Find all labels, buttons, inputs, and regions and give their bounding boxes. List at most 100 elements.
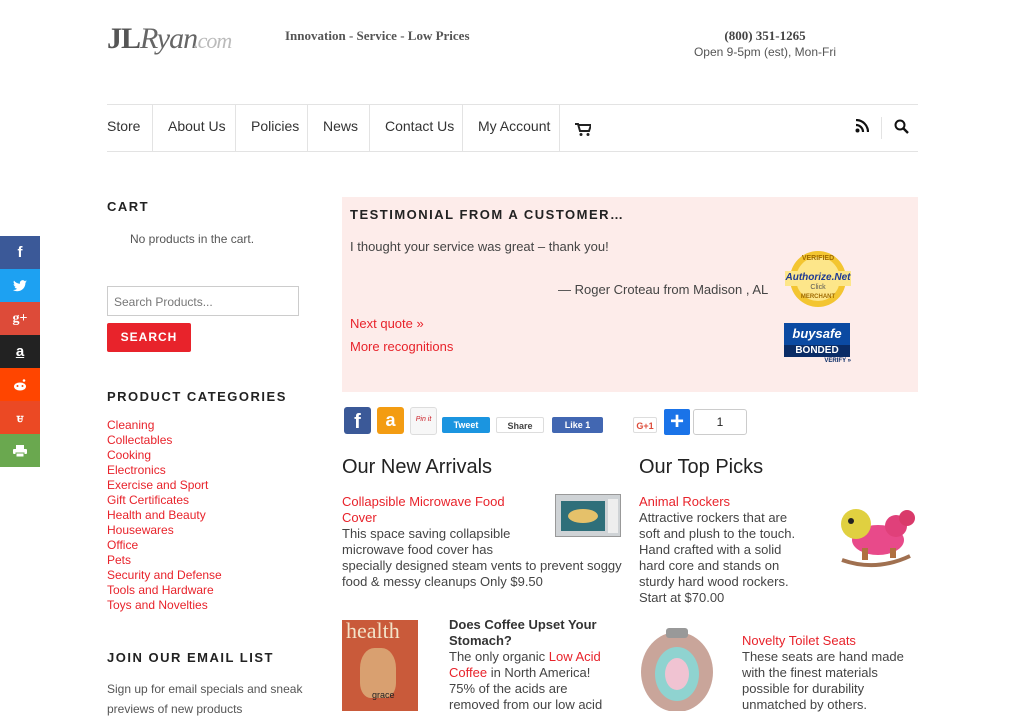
- nav-item-about-us[interactable]: About Us: [152, 105, 241, 151]
- product-search-input[interactable]: Search Products...: [107, 286, 299, 316]
- category-link[interactable]: Gift Certificates: [107, 493, 222, 508]
- cart-icon: [575, 123, 591, 136]
- google-plus-share-button[interactable]: g+: [0, 302, 40, 335]
- microwave-plate: [568, 509, 598, 523]
- stumbleupon-icon: ꮜ: [16, 410, 24, 425]
- pin-it-button[interactable]: Pin it: [410, 407, 437, 435]
- arrival-item-1-desc: specially designed steam vents to preven…: [342, 558, 622, 573]
- pick-item-2-desc: These seats are hand made: [742, 649, 904, 664]
- coffee-link[interactable]: Coffee: [449, 665, 487, 680]
- pick-item-1-title[interactable]: Animal Rockers: [639, 494, 795, 510]
- share-facebook-button[interactable]: f: [344, 407, 371, 434]
- share-amazon-button[interactable]: a: [377, 407, 404, 434]
- cart-nav-button[interactable]: [559, 105, 604, 151]
- nav-item-policies[interactable]: Policies: [235, 105, 314, 151]
- category-link[interactable]: Exercise and Sport: [107, 478, 222, 493]
- arrival-item-2-line-2: Coffee in North America!: [449, 665, 619, 681]
- nav-item-news[interactable]: News: [307, 105, 373, 151]
- stumbleupon-share-button[interactable]: ꮜ: [0, 401, 40, 434]
- arrival-item-2-text: The only organic: [449, 649, 549, 664]
- site-tagline: Innovation - Service - Low Prices: [285, 28, 470, 43]
- pick-item-1-desc: Start at $70.00: [639, 590, 725, 605]
- toilet-seat-image[interactable]: [638, 628, 716, 711]
- pick-item-1: Animal Rockers Attractive rockers that a…: [639, 494, 795, 606]
- search-button[interactable]: SEARCH: [107, 323, 191, 352]
- like-label: Like 1: [564, 420, 591, 430]
- pick-item-1-desc: soft and plush to the touch.: [639, 526, 796, 541]
- next-quote-link[interactable]: Next quote »: [350, 316, 424, 331]
- microwave-product-image[interactable]: [555, 494, 621, 537]
- search-icon[interactable]: [894, 119, 909, 134]
- email-signup-text-2: previews of new products: [107, 702, 243, 716]
- authorize-net-text: Authorize.Net: [785, 272, 851, 283]
- arrival-item-2: Does Coffee Upset Your Stomach? The only…: [449, 617, 619, 713]
- rss-icon[interactable]: [855, 119, 869, 133]
- testimonial-title: TESTIMONIAL FROM A CUSTOMER…: [350, 207, 625, 222]
- pick-item-1-desc: Hand crafted with a solid: [639, 542, 782, 557]
- nav-item-my-account[interactable]: My Account: [462, 105, 565, 151]
- logo-script-text: Ryan: [140, 22, 198, 55]
- health-magazine-image[interactable]: health grace: [342, 620, 418, 711]
- print-button[interactable]: [0, 434, 40, 467]
- tweet-button[interactable]: Tweet: [442, 417, 490, 433]
- site-logo[interactable]: JLRyan.com: [107, 22, 232, 56]
- authorize-net-seal[interactable]: VERIFIED Authorize.Net Click MERCHANT: [783, 250, 853, 308]
- arrival-item-1-desc: food & messy cleanups Only $9.50: [342, 574, 543, 589]
- arrival-item-2-desc: 75% of the acids are: [449, 681, 568, 696]
- category-link[interactable]: Security and Defense: [107, 568, 222, 583]
- pick-item-1-desc: hard core and stands on: [639, 558, 780, 573]
- share-count-value: 1: [716, 415, 724, 429]
- testimonial-quote: I thought your service was great – thank…: [350, 239, 609, 254]
- pick-item-2: Novelty Toilet Seats These seats are han…: [742, 633, 904, 713]
- facebook-icon: f: [354, 411, 361, 433]
- category-link[interactable]: Housewares: [107, 523, 222, 538]
- pick-item-1-desc: Attractive rockers that are: [639, 510, 788, 525]
- facebook-like-button[interactable]: Like 1: [552, 417, 603, 433]
- gplus-label: G+1: [636, 421, 654, 431]
- amazon-icon: a: [15, 343, 25, 360]
- animal-rocker-image[interactable]: [834, 500, 918, 570]
- google-plus-one-button[interactable]: G+1: [633, 417, 657, 433]
- buysafe-bonded: BONDED: [784, 345, 850, 357]
- amazon-icon: a: [385, 410, 396, 430]
- addthis-plus-button[interactable]: +: [664, 409, 690, 435]
- amazon-share-button[interactable]: a: [0, 335, 40, 368]
- more-recognitions-link[interactable]: More recognitions: [350, 339, 453, 354]
- nav-item-store[interactable]: Store: [107, 105, 155, 151]
- logo-com-text: .com: [193, 28, 232, 53]
- arrival-item-1-desc: microwave food cover has: [342, 542, 494, 557]
- buysafe-seal[interactable]: buysafe BONDED VERIFY »: [783, 323, 851, 365]
- twitter-share-button[interactable]: [0, 269, 40, 302]
- email-list-heading: JOIN OUR EMAIL LIST: [107, 650, 274, 665]
- buysafe-verify: VERIFY »: [824, 358, 851, 364]
- category-link[interactable]: Office: [107, 538, 222, 553]
- pick-item-2-desc: with the finest materials: [742, 665, 878, 680]
- low-acid-link[interactable]: Low Acid: [549, 649, 601, 664]
- category-link[interactable]: Tools and Hardware: [107, 583, 222, 598]
- share-count: 1: [693, 409, 747, 435]
- category-link[interactable]: Cleaning: [107, 418, 222, 433]
- arrival-item-2-text: in North America!: [487, 665, 591, 680]
- cart-empty-text: No products in the cart.: [130, 232, 255, 246]
- pick-item-2-title[interactable]: Novelty Toilet Seats: [742, 633, 904, 649]
- arrival-item-2-title[interactable]: Does Coffee Upset Your: [449, 617, 619, 633]
- arrival-item-2-title-2[interactable]: Stomach?: [449, 633, 619, 649]
- microwave-panel: [608, 499, 618, 533]
- category-link[interactable]: Pets: [107, 553, 222, 568]
- nav-divider: [881, 117, 882, 139]
- category-link[interactable]: Electronics: [107, 463, 222, 478]
- facebook-share-button[interactable]: f: [0, 236, 40, 269]
- category-link[interactable]: Health and Beauty: [107, 508, 222, 523]
- category-link[interactable]: Cooking: [107, 448, 222, 463]
- category-list: Cleaning Collectables Cooking Electronic…: [107, 418, 222, 613]
- pick-item-1-desc: sturdy hard wood rockers.: [639, 574, 789, 589]
- pinterest-icon: Pin it: [415, 416, 432, 423]
- authorize-click-text: Click: [810, 284, 826, 291]
- buysafe-brand: buysafe: [784, 323, 850, 345]
- google-share-button[interactable]: Share: [496, 417, 544, 433]
- category-link[interactable]: Collectables: [107, 433, 222, 448]
- reddit-share-button[interactable]: [0, 368, 40, 401]
- facebook-icon: f: [17, 244, 23, 261]
- nav-item-contact-us[interactable]: Contact Us: [369, 105, 469, 151]
- category-link[interactable]: Toys and Novelties: [107, 598, 222, 613]
